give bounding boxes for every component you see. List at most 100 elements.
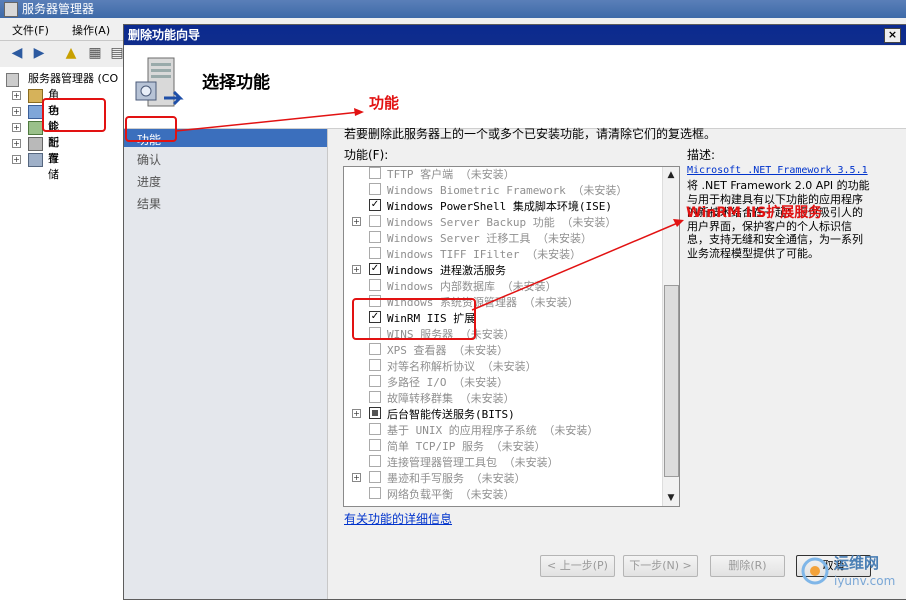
- expand-icon[interactable]: +: [352, 473, 361, 482]
- expand-icon[interactable]: +: [12, 107, 21, 116]
- step-confirm[interactable]: 确认: [137, 151, 161, 168]
- server-remove-icon: [135, 57, 184, 107]
- expand-icon[interactable]: +: [352, 265, 361, 274]
- feature-label: TFTP 客户端 （未安装）: [387, 168, 515, 181]
- step-progress[interactable]: 进度: [137, 173, 161, 190]
- feature-checkbox[interactable]: [369, 471, 381, 483]
- description-label: 描述:: [687, 148, 716, 162]
- feature-label: Windows Biometric Framework （未安装）: [387, 184, 628, 197]
- feature-checkbox[interactable]: [369, 183, 381, 195]
- feature-label: 后台智能传送服务(BITS): [387, 408, 515, 421]
- scroll-up-icon[interactable]: ▲: [663, 167, 679, 183]
- feature-label: 多路径 I/O （未安装）: [387, 376, 509, 389]
- feature-label: Windows Server 迁移工具 （未安装）: [387, 232, 592, 245]
- expand-icon[interactable]: +: [12, 155, 21, 164]
- feature-checkbox[interactable]: [369, 231, 381, 243]
- feature-row[interactable]: 对等名称解析协议 （未安装）: [344, 357, 664, 373]
- next-button[interactable]: 下一步(N) >: [623, 555, 698, 577]
- feature-row[interactable]: + 墨迹和手写服务 （未安装）: [344, 469, 664, 485]
- annotation-winrm-label: WinRM IIS扩展服务: [686, 205, 823, 221]
- feature-label: 连接管理器管理工具包 （未安装）: [387, 456, 559, 469]
- forward-arrow-icon[interactable]: ▶: [30, 45, 48, 62]
- feature-checkbox[interactable]: [369, 391, 381, 403]
- feature-checkbox[interactable]: [369, 279, 381, 291]
- remove-features-wizard: 删除功能向导 × 选择功能 功能 确认 进度 结果 若要删除此服务器上的一个或多…: [123, 24, 906, 600]
- storage-icon: [28, 153, 43, 167]
- tree-root-label: 服务器管理器 (CO: [28, 72, 119, 85]
- highlight-winrm: [352, 298, 476, 340]
- feature-row[interactable]: 多路径 I/O （未安装）: [344, 373, 664, 389]
- feature-row[interactable]: 基于 UNIX 的应用程序子系统 （未安装）: [344, 421, 664, 437]
- show-pane-icon[interactable]: ▦: [86, 45, 104, 62]
- scroll-down-icon[interactable]: ▼: [663, 490, 679, 506]
- expand-icon[interactable]: +: [12, 91, 21, 100]
- feature-checkbox[interactable]: [369, 439, 381, 451]
- close-button[interactable]: ×: [884, 28, 901, 43]
- description-feature-link[interactable]: Microsoft .NET Framework 3.5.1: [687, 165, 868, 176]
- feature-row[interactable]: 连接管理器管理工具包 （未安装）: [344, 453, 664, 469]
- more-info-link[interactable]: 有关功能的详细信息: [344, 510, 452, 527]
- feature-row[interactable]: Windows Biometric Framework （未安装）: [344, 181, 664, 197]
- menu-file[interactable]: 文件(F): [12, 22, 49, 38]
- remove-button[interactable]: 删除(R): [710, 555, 785, 577]
- feature-row[interactable]: + 后台智能传送服务(BITS): [344, 405, 664, 421]
- feature-label: Windows PowerShell 集成脚本环境(ISE): [387, 200, 612, 213]
- previous-button[interactable]: < 上一步(P): [540, 555, 615, 577]
- feature-label: XPS 查看器 （未安装）: [387, 344, 509, 357]
- diagnostics-icon: [28, 121, 43, 135]
- dialog-title: 删除功能向导: [128, 28, 201, 42]
- feature-row[interactable]: 简单 TCP/IP 服务 （未安装）: [344, 437, 664, 453]
- highlight-features-tree: [42, 98, 106, 132]
- menu-action[interactable]: 操作(A): [72, 22, 110, 38]
- vertical-scrollbar[interactable]: ▲ ▼: [662, 167, 679, 506]
- feature-row[interactable]: Windows Server 迁移工具 （未安装）: [344, 229, 664, 245]
- feature-row[interactable]: + ✓ Windows 进程激活服务: [344, 261, 664, 277]
- wizard-steps: 功能 确认 进度 结果: [124, 129, 328, 599]
- feature-checkbox[interactable]: [369, 343, 381, 355]
- feature-checkbox[interactable]: ✓: [369, 199, 381, 211]
- roles-icon: [28, 89, 43, 103]
- expand-icon[interactable]: +: [352, 217, 361, 226]
- feature-checkbox[interactable]: ✓: [369, 263, 381, 275]
- feature-row[interactable]: XPS 查看器 （未安装）: [344, 341, 664, 357]
- tree-item-label: 存储: [48, 152, 59, 181]
- page-title: 选择功能: [202, 73, 270, 93]
- annotation-features-label: 功能: [369, 94, 400, 112]
- feature-checkbox[interactable]: [369, 487, 381, 499]
- navigation-tree: 服务器管理器 (CO + 角色 + 功能 + 诊断 + 配置 + 存储: [0, 67, 125, 598]
- feature-row[interactable]: + Windows Server Backup 功能 （未安装）: [344, 213, 664, 229]
- feature-checkbox[interactable]: [369, 247, 381, 259]
- expand-icon[interactable]: +: [12, 139, 21, 148]
- feature-row[interactable]: Windows TIFF IFilter （未安装）: [344, 245, 664, 261]
- feature-checkbox[interactable]: [369, 359, 381, 371]
- expand-icon[interactable]: +: [352, 409, 361, 418]
- feature-label: 简单 TCP/IP 服务 （未安装）: [387, 440, 546, 453]
- highlight-features-step: [125, 116, 177, 142]
- feature-checkbox[interactable]: [369, 167, 381, 179]
- feature-row[interactable]: TFTP 客户端 （未安装）: [344, 167, 664, 181]
- feature-checkbox[interactable]: [369, 423, 381, 435]
- feature-row[interactable]: ✓ Windows PowerShell 集成脚本环境(ISE): [344, 197, 664, 213]
- server-icon: [6, 73, 19, 87]
- feature-row[interactable]: 故障转移群集 （未安装）: [344, 389, 664, 405]
- dialog-header: 选择功能: [124, 46, 906, 129]
- configuration-icon: [28, 137, 43, 151]
- expand-icon[interactable]: +: [12, 123, 21, 132]
- feature-checkbox[interactable]: [369, 215, 381, 227]
- up-folder-icon[interactable]: ▲: [62, 45, 80, 62]
- server-manager-titlebar: 服务器管理器: [0, 0, 906, 18]
- back-arrow-icon[interactable]: ◀: [8, 45, 26, 62]
- feature-checkbox[interactable]: [369, 407, 381, 419]
- scrollbar-thumb[interactable]: [664, 285, 679, 477]
- feature-checkbox[interactable]: [369, 375, 381, 387]
- feature-checkbox[interactable]: [369, 455, 381, 467]
- feature-row[interactable]: Windows 内部数据库 （未安装）: [344, 277, 664, 293]
- instruction-text: 若要删除此服务器上的一个或多个已安装功能，请清除它们的复选框。: [344, 127, 717, 141]
- features-icon: [28, 105, 43, 119]
- window-title: 服务器管理器: [22, 2, 95, 16]
- step-results[interactable]: 结果: [137, 195, 161, 212]
- feature-label: Windows TIFF IFilter （未安装）: [387, 248, 582, 261]
- feature-row[interactable]: 网络负载平衡 （未安装）: [344, 485, 664, 501]
- feature-label: 基于 UNIX 的应用程序子系统 （未安装）: [387, 424, 599, 437]
- feature-label: 故障转移群集 （未安装）: [387, 392, 515, 405]
